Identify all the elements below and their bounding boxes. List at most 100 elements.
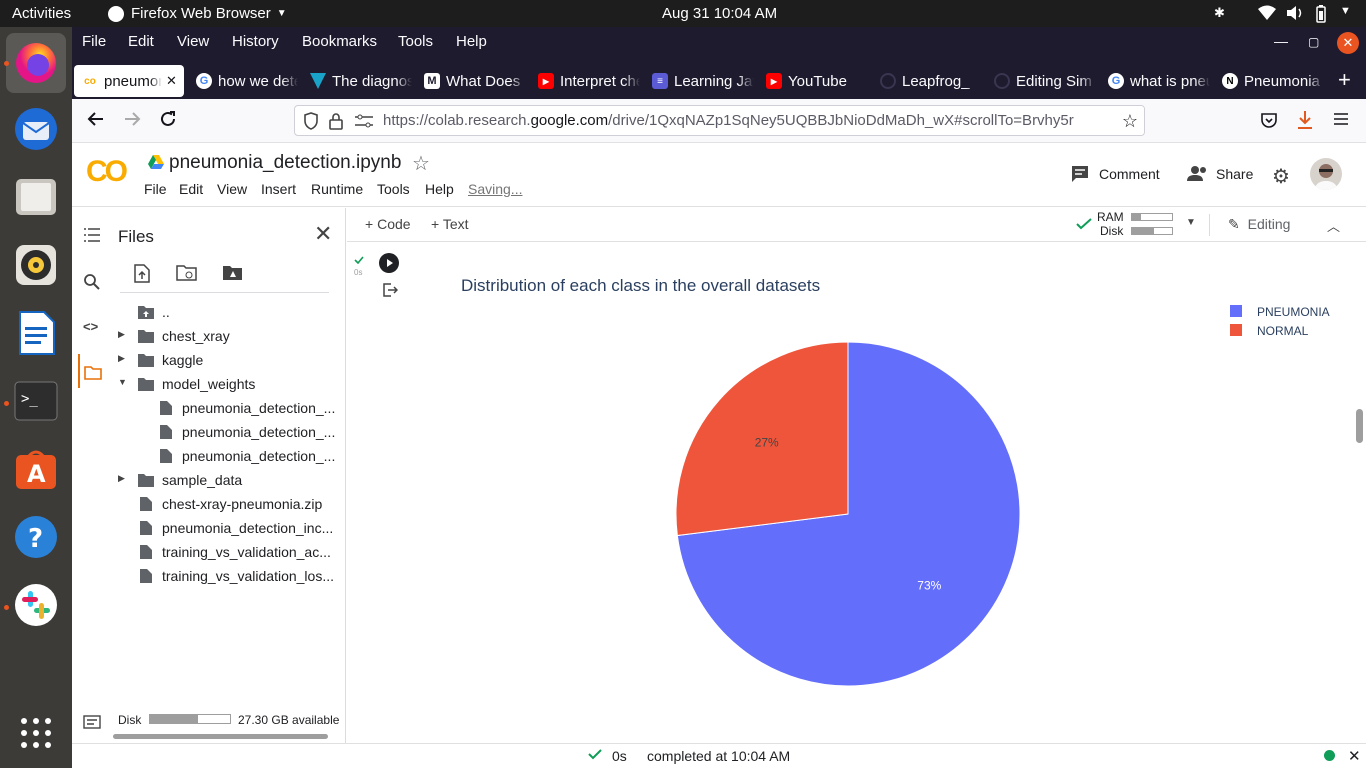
mount-drive-icon[interactable] [222,265,244,282]
url-bar[interactable]: https://colab.research.google.com/drive/… [294,105,1145,136]
minimize-button[interactable]: — [1274,33,1288,49]
files-folder-icon[interactable] [84,366,102,380]
folder-item[interactable]: kaggle [138,348,338,372]
permissions-icon[interactable] [355,114,373,128]
disk-resource-bar[interactable] [1131,227,1173,235]
menu-bookmarks[interactable]: Bookmarks [302,33,377,50]
tab-pneumonia[interactable]: N Pneumonia [1222,65,1326,97]
wifi-icon[interactable] [1258,5,1276,21]
back-icon[interactable] [86,109,106,129]
close-status-icon[interactable]: ✕ [1348,747,1361,765]
refresh-folder-icon[interactable] [176,265,198,282]
comment-icon[interactable] [1071,165,1089,183]
editing-mode-button[interactable]: ✎ Editing [1228,216,1290,233]
power-menu-icon[interactable]: ▼ [1340,5,1351,17]
tab-interpret[interactable]: ▶ Interpret chest [538,65,642,97]
libreoffice-writer-icon[interactable] [12,309,60,357]
help-icon[interactable]: ? [12,513,60,561]
lock-icon[interactable] [329,112,343,130]
close-window-button[interactable]: ✕ [1337,32,1359,54]
file-item[interactable]: pneumonia_detection_... [158,420,338,444]
ram-usage-bar[interactable] [1131,213,1173,221]
vertical-scrollbar[interactable] [1356,409,1363,443]
file-item[interactable]: training_vs_validation_los... [138,564,338,588]
table-of-contents-icon[interactable] [84,228,100,242]
hamburger-menu-icon[interactable] [1333,111,1349,127]
terminal-panel-icon[interactable] [83,715,101,729]
tab-youtube[interactable]: ▶ YouTube [766,65,870,97]
close-tab-icon[interactable]: ✕ [166,73,177,89]
folder-item[interactable]: chest_xray [138,324,338,348]
colab-menu-edit[interactable]: Edit [179,181,203,197]
new-tab-button[interactable]: + [1338,67,1351,93]
maximize-button[interactable]: ▢ [1308,35,1319,49]
tab-what-does[interactable]: M What Does [424,65,528,97]
avatar[interactable] [1310,158,1342,190]
network-icon[interactable]: ✱ [1214,5,1225,21]
tab-learning[interactable]: ≡ Learning Java [652,65,756,97]
colab-menu-tools[interactable]: Tools [377,181,410,197]
resources-dropdown-icon[interactable]: ▼ [1186,217,1196,228]
slack-icon[interactable] [12,581,60,629]
menu-help[interactable]: Help [456,33,487,50]
run-cell-button[interactable] [379,253,399,273]
battery-icon[interactable] [1314,5,1328,23]
colab-menu-view[interactable]: View [217,181,247,197]
colab-menu-help[interactable]: Help [425,181,454,197]
menu-history[interactable]: History [232,33,279,50]
thunderbird-icon[interactable] [12,105,60,153]
file-item[interactable]: training_vs_validation_ac... [138,540,338,564]
folder-item[interactable]: sample_data [138,468,338,492]
clock[interactable]: Aug 31 10:04 AM [662,5,777,22]
software-center-icon[interactable]: A [12,445,60,493]
caret-down-icon[interactable]: ▼ [118,377,127,387]
downloads-icon[interactable] [1296,110,1314,130]
close-panel-icon[interactable]: ✕ [314,221,332,247]
folder-item[interactable]: model_weights [138,372,338,396]
file-item[interactable]: chest-xray-pneumonia.zip [138,492,338,516]
tab-google-1[interactable]: G how we determine [196,65,300,97]
horizontal-scrollbar[interactable] [113,734,328,739]
tab-google-2[interactable]: G what is pneumonia [1108,65,1212,97]
add-code-button[interactable]: + Code [365,216,411,232]
menu-edit[interactable]: Edit [128,33,154,50]
settings-gear-icon[interactable]: ⚙ [1272,164,1290,189]
collapse-header-icon[interactable]: ︿ [1327,216,1340,235]
caret-right-icon[interactable]: ▶ [118,353,125,364]
legend-label-normal[interactable]: NORMAL [1257,324,1309,338]
legend-swatch-pneumonia[interactable] [1230,305,1242,317]
colab-menu-file[interactable]: File [144,181,167,197]
tab-leapfrog[interactable]: Leapfrog_ [880,65,984,97]
star-icon[interactable]: ☆ [412,151,430,176]
file-item[interactable]: pneumonia_detection_... [158,396,338,420]
code-snippets-icon[interactable]: <> [83,319,98,334]
app-menu[interactable]: Firefox Web Browser ▼ [108,5,287,22]
activities-button[interactable]: Activities [12,5,71,22]
colab-logo[interactable]: CO [86,155,128,189]
colab-menu-runtime[interactable]: Runtime [311,181,363,197]
share-button[interactable]: Share [1216,166,1253,182]
legend-swatch-normal[interactable] [1230,324,1242,336]
forward-icon[interactable] [122,109,142,129]
file-item[interactable]: pneumonia_detection_... [158,444,338,468]
add-text-button[interactable]: + Text [431,216,469,232]
caret-right-icon[interactable]: ▶ [118,329,125,340]
firefox-icon[interactable] [6,33,66,93]
comment-button[interactable]: Comment [1099,166,1160,182]
search-icon[interactable] [84,274,100,290]
terminal-icon[interactable]: >_ [12,377,60,425]
menu-view[interactable]: View [177,33,209,50]
menu-tools[interactable]: Tools [398,33,433,50]
output-redirect-icon[interactable] [382,282,398,298]
tab-diagnosis[interactable]: The diagnosis [310,65,414,97]
tab-colab[interactable]: co pneumonia_detection.ipynb ✕ [74,65,184,97]
legend-label-pneumonia[interactable]: PNEUMONIA [1257,305,1330,319]
pocket-icon[interactable] [1260,111,1278,129]
menu-file[interactable]: File [82,33,106,50]
caret-right-icon[interactable]: ▶ [118,473,125,484]
tab-editing[interactable]: Editing Sim [994,65,1098,97]
bookmark-star-icon[interactable]: ☆ [1122,111,1138,132]
shield-icon[interactable] [303,112,319,130]
reload-icon[interactable] [158,109,178,129]
notebook-title[interactable]: pneumonia_detection.ipynb [169,152,401,174]
